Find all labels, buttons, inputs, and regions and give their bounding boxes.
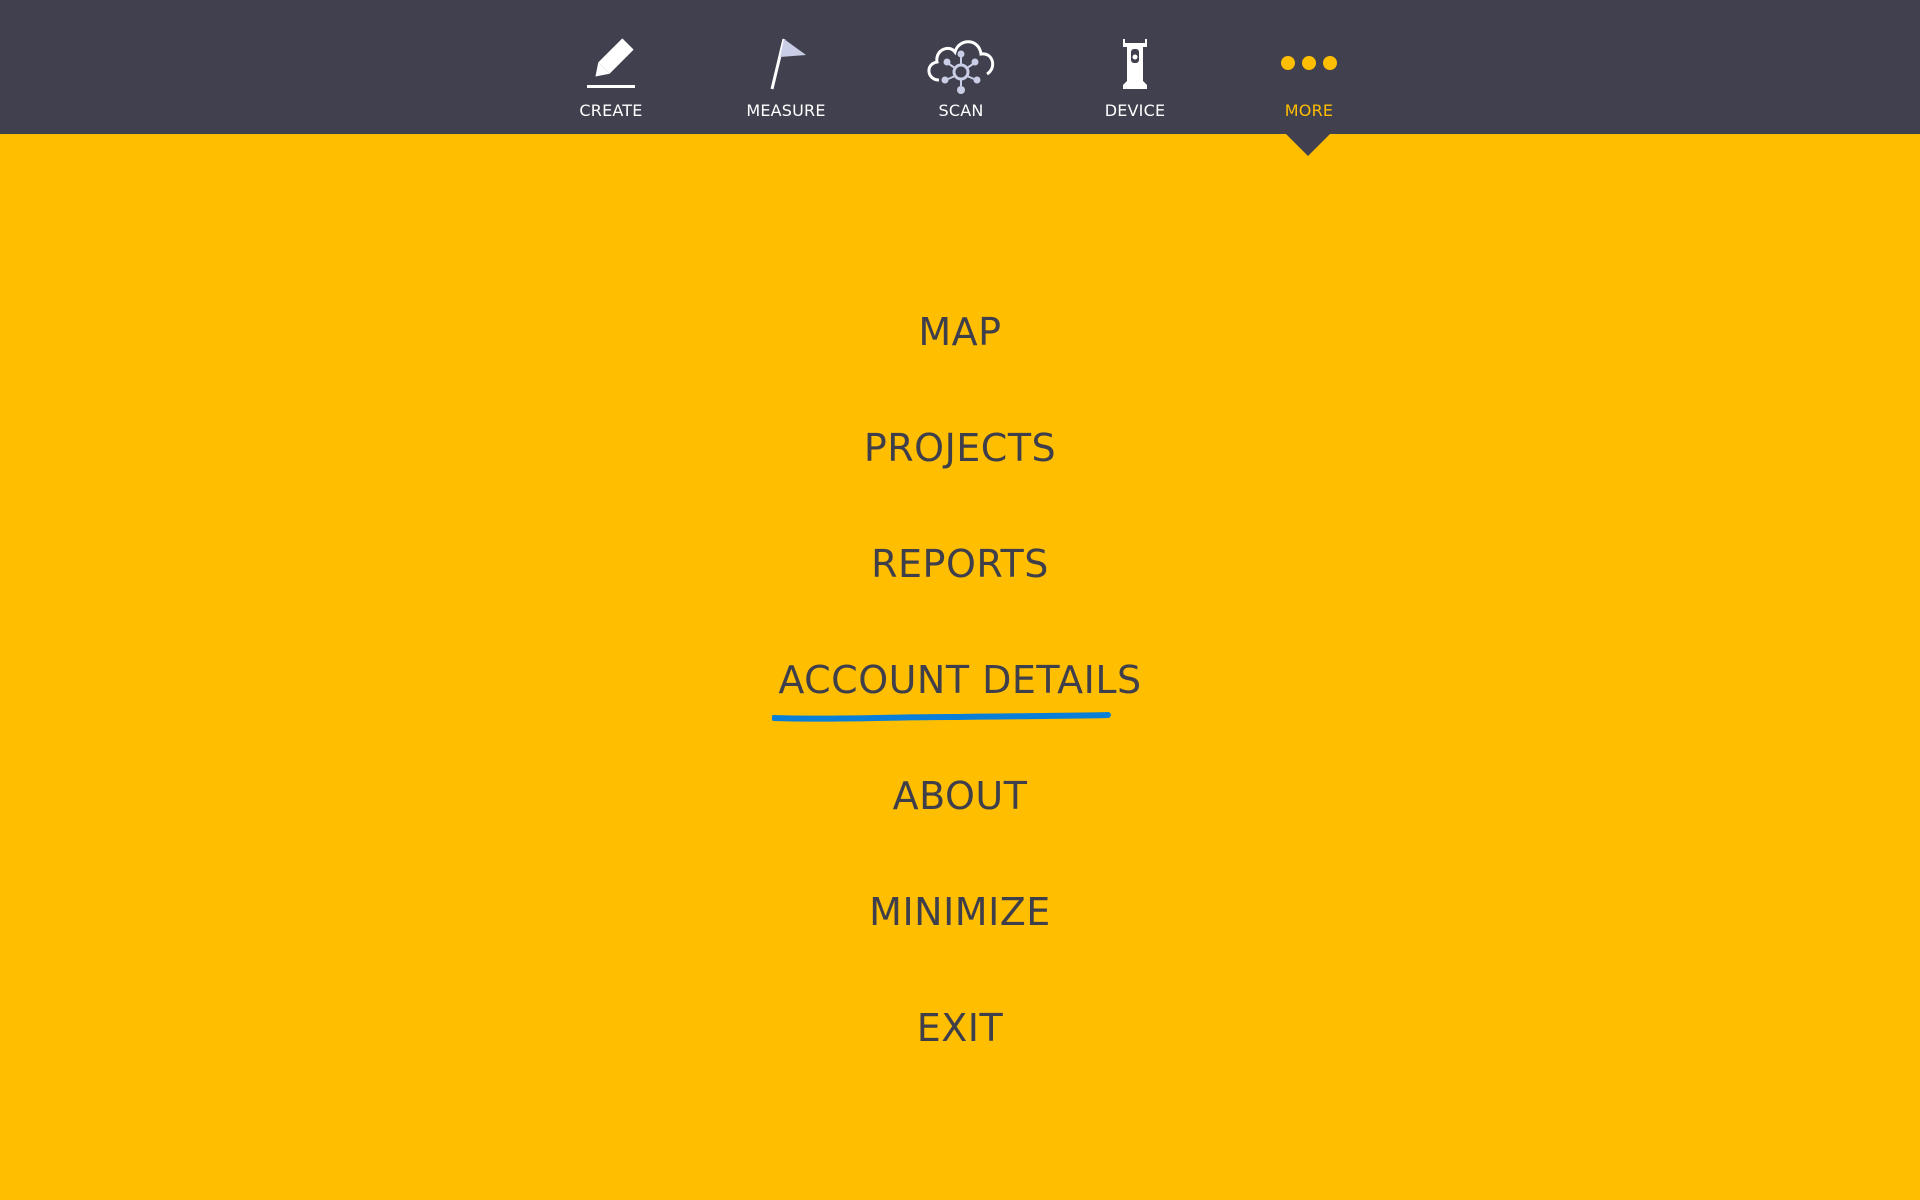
flag-icon [745, 28, 827, 98]
nav-scan-label: SCAN [938, 101, 984, 120]
menu-item-about[interactable]: ABOUT [893, 738, 1028, 854]
nav-scan-button[interactable]: SCAN [886, 0, 1036, 134]
menu-item-exit[interactable]: EXIT [917, 970, 1003, 1086]
menu-item-minimize[interactable]: MINIMIZE [869, 854, 1051, 970]
menu-item-reports[interactable]: REPORTS [871, 506, 1049, 622]
menu-item-account-details[interactable]: ACCOUNT DETAILS [772, 622, 1142, 738]
cloud-scan-icon [920, 28, 1002, 98]
top-navigation-bar: CREATE MEASURE SCAN DEVICE MORE [0, 0, 1920, 134]
more-dots-icon [1268, 28, 1350, 98]
nav-create-button[interactable]: CREATE [536, 0, 686, 134]
total-station-icon [1094, 28, 1176, 98]
eraser-pencil-icon [570, 28, 652, 98]
menu-item-map[interactable]: MAP [918, 274, 1001, 390]
nav-measure-button[interactable]: MEASURE [711, 0, 861, 134]
menu-item-account-details-label: ACCOUNT DETAILS [778, 658, 1142, 702]
nav-measure-label: MEASURE [746, 101, 826, 120]
nav-create-label: CREATE [579, 101, 643, 120]
nav-more-button[interactable]: MORE [1234, 0, 1384, 134]
annotation-underline [772, 712, 1112, 722]
active-tab-pointer [1286, 134, 1330, 156]
nav-device-button[interactable]: DEVICE [1060, 0, 1210, 134]
nav-more-label: MORE [1284, 101, 1334, 120]
nav-device-label: DEVICE [1104, 101, 1166, 120]
more-menu: MAP PROJECTS REPORTS ACCOUNT DETAILS ABO… [0, 274, 1920, 1086]
menu-item-projects[interactable]: PROJECTS [864, 390, 1056, 506]
